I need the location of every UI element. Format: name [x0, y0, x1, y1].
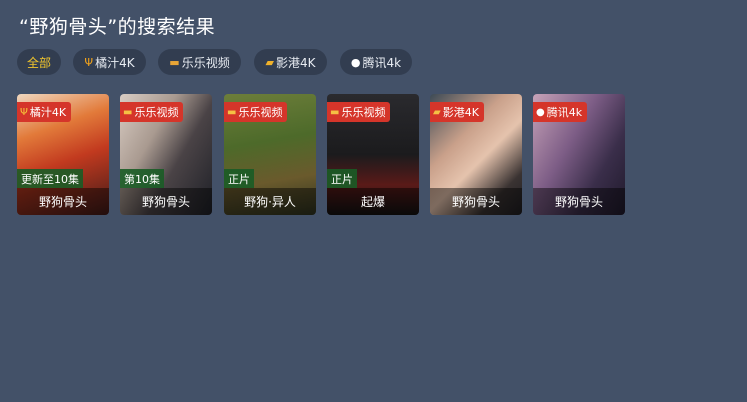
filter-label: 腾讯4k [362, 55, 402, 70]
source-badge: ▬ 乐乐视频 [224, 102, 288, 122]
filter-lele-video[interactable]: ▬ 乐乐视频 [158, 49, 241, 75]
source-label: 腾讯4k [546, 106, 583, 119]
episode-badge: 第10集 [120, 169, 164, 188]
result-card[interactable]: ▬ 乐乐视频 正片 起爆 [327, 94, 419, 215]
page-title: “野狗骨头”的搜索结果 [19, 16, 216, 38]
result-card[interactable]: Ψ 橘汁4K 更新至10集 野狗骨头 [17, 94, 109, 215]
source-badge: ▰ 影港4K [430, 102, 484, 122]
orange-fork-icon: Ψ [20, 106, 28, 118]
film-icon: ▰ [433, 106, 441, 118]
result-title: 起爆 [327, 188, 419, 215]
source-label: 乐乐视频 [341, 106, 386, 119]
result-title: 野狗骨头 [17, 188, 109, 215]
source-badge: ▬ 乐乐视频 [120, 102, 184, 122]
episode-badge: 更新至10集 [17, 169, 83, 188]
result-card[interactable]: ● 腾讯4k 野狗骨头 [533, 94, 625, 215]
ticket-icon: ▬ [227, 106, 237, 118]
filter-tencent-4k[interactable]: ● 腾讯4k [340, 49, 412, 75]
filter-yinggang-4k[interactable]: ▰ 影港4K [254, 49, 327, 75]
result-title: 野狗·异人 [224, 188, 316, 215]
filter-label: 影港4K [275, 55, 316, 70]
source-label: 乐乐视频 [134, 106, 179, 119]
ticket-icon: ▬ [123, 106, 133, 118]
ticket-icon: ▬ [330, 106, 340, 118]
source-label: 橘汁4K [29, 106, 67, 119]
orange-fork-icon: Ψ [84, 55, 94, 69]
result-title: 野狗骨头 [430, 188, 522, 215]
episode-badge: 正片 [327, 169, 357, 188]
filter-label: 全部 [26, 55, 51, 70]
penguin-icon: ● [350, 55, 361, 69]
source-badge: ● 腾讯4k [533, 102, 588, 122]
result-title: 野狗骨头 [533, 188, 625, 215]
filter-label: 橘汁4K [95, 55, 135, 70]
source-badge: Ψ 橘汁4K [17, 102, 72, 122]
source-label: 影港4K [442, 106, 479, 119]
filter-label: 乐乐视频 [181, 55, 230, 70]
source-label: 乐乐视频 [238, 106, 283, 119]
result-card[interactable]: ▰ 影港4K 野狗骨头 [430, 94, 522, 215]
film-icon: ▰ [265, 55, 274, 69]
penguin-icon: ● [536, 106, 545, 118]
ticket-icon: ▬ [169, 55, 180, 69]
result-title: 野狗骨头 [120, 188, 212, 215]
source-badge: ▬ 乐乐视频 [327, 102, 391, 122]
filter-all[interactable]: 全部 [17, 49, 61, 75]
result-card[interactable]: ▬ 乐乐视频 第10集 野狗骨头 [120, 94, 212, 215]
episode-badge: 正片 [224, 169, 254, 188]
result-card[interactable]: ▬ 乐乐视频 正片 野狗·异人 [224, 94, 316, 215]
filter-juzhi-4k[interactable]: Ψ 橘汁4K [73, 49, 146, 75]
